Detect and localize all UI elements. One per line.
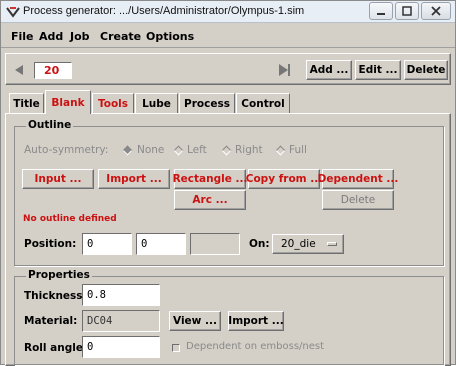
maximize-button[interactable] <box>395 2 419 20</box>
window-title: Process generator: .../Users/Administrat… <box>23 5 305 17</box>
copy-from-button[interactable]: Copy from ... <box>246 169 322 189</box>
menu-create[interactable]: Create <box>100 30 141 43</box>
close-button[interactable] <box>421 2 451 20</box>
menu-add[interactable]: Add <box>39 30 63 43</box>
import-outline-button[interactable]: Import ... <box>98 169 170 189</box>
menu-job[interactable]: Job <box>70 30 90 43</box>
edit-button[interactable]: Edit ... <box>355 60 401 80</box>
menu-options[interactable]: Options <box>146 30 194 43</box>
outline-error-message: No outline defined <box>23 214 117 224</box>
properties-group-title: Properties <box>26 269 92 281</box>
triangle-left-icon[interactable] <box>14 65 24 75</box>
tab-lube[interactable]: Lube <box>135 93 178 113</box>
position-y-input[interactable]: 0 <box>136 233 186 255</box>
material-input[interactable]: DC04 <box>82 310 160 332</box>
outline-delete-button[interactable]: Delete <box>322 190 394 210</box>
thickness-input[interactable]: 0.8 <box>82 284 160 306</box>
record-number-field[interactable]: 20 <box>34 62 72 79</box>
on-select-value: 20_die <box>281 238 316 250</box>
on-label: On: <box>249 238 270 250</box>
triangle-right-icon[interactable] <box>278 64 290 76</box>
position-label: Position: <box>24 238 77 250</box>
roll-angle-label: Roll angle: <box>24 342 88 354</box>
radio-full-label: Full <box>289 144 307 156</box>
add-button[interactable]: Add ... <box>306 60 352 80</box>
material-label: Material: <box>24 315 78 327</box>
dependent-button[interactable]: Dependent ... <box>318 169 398 189</box>
roll-angle-input[interactable]: 0 <box>82 336 160 358</box>
maximize-icon <box>402 6 412 16</box>
radio-right-label: Right <box>235 144 263 156</box>
radio-left-label: Left <box>187 144 207 156</box>
process-generator-icon <box>6 7 20 18</box>
dependent-checkbox-label: Dependent on emboss/nest <box>186 341 325 352</box>
title-bar: Process generator: .../Users/Administrat… <box>1 1 455 23</box>
tab-control[interactable]: Control <box>236 93 290 113</box>
thickness-label: Thickness: <box>24 290 87 302</box>
process-generator-window: Process generator: .../Users/Administrat… <box>0 0 456 366</box>
tab-title[interactable]: Title <box>9 93 44 113</box>
minimize-button[interactable] <box>369 2 393 20</box>
tab-tools[interactable]: Tools <box>92 93 134 113</box>
position-x-input[interactable]: 0 <box>82 233 132 255</box>
autosym-label: Auto-symmetry: <box>24 144 109 156</box>
on-select[interactable]: 20_die <box>272 234 344 254</box>
outline-group-title: Outline <box>26 119 74 131</box>
blank-tab-panel: Outline Auto-symmetry: None Left Right F… <box>5 113 451 366</box>
menu-file[interactable]: File <box>11 30 34 43</box>
option-menu-indicator-icon <box>327 242 337 246</box>
minimize-icon <box>377 13 385 15</box>
delete-button[interactable]: Delete <box>404 60 448 80</box>
tab-process[interactable]: Process <box>179 93 235 113</box>
menu-bar: File Add Job Create Options <box>1 24 455 48</box>
position-z-input[interactable] <box>190 233 240 255</box>
arc-button[interactable]: Arc ... <box>174 190 246 210</box>
close-icon <box>431 6 441 16</box>
import-material-button[interactable]: Import ... <box>228 311 284 331</box>
tab-blank[interactable]: Blank <box>45 90 91 114</box>
view-button[interactable]: View ... <box>169 311 221 331</box>
input-button[interactable]: Input ... <box>22 169 94 189</box>
rectangle-button[interactable]: Rectangle ... <box>173 169 247 189</box>
radio-none-label: None <box>137 144 165 156</box>
record-toolbar: 20 Add ... Edit ... Delete <box>5 53 451 85</box>
dependent-checkbox[interactable] <box>172 344 180 352</box>
